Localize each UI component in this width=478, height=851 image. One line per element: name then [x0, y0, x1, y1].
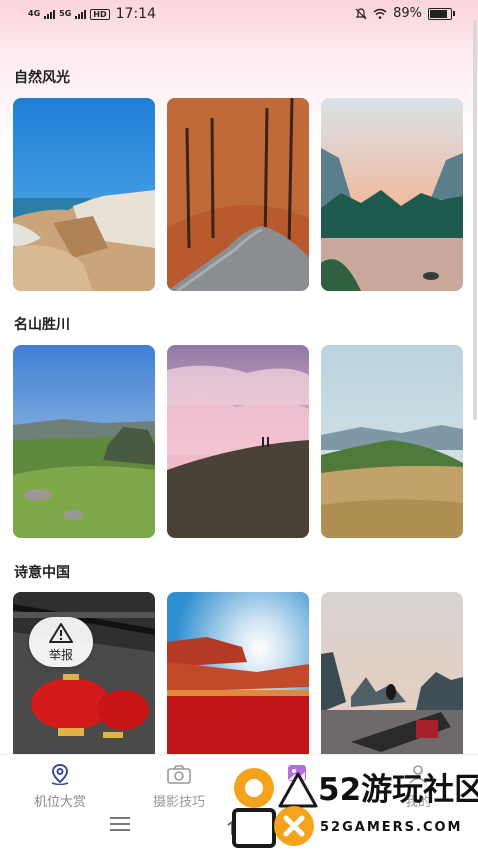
palace-roof-photo: [167, 592, 309, 754]
location-pin-icon: [51, 763, 69, 786]
section-title-poetic-china: 诗意中国: [14, 565, 70, 581]
report-button[interactable]: 举报: [29, 617, 93, 667]
watermark-domain: 52GAMERS.COM: [320, 820, 463, 835]
battery-percent: 89%: [393, 6, 422, 21]
signal-icon: [75, 9, 87, 19]
battery-icon: [428, 7, 455, 20]
menu-icon[interactable]: [108, 815, 132, 833]
autumn-road-photo: [167, 98, 309, 291]
photo-card-coast[interactable]: [13, 98, 155, 291]
tab-tips[interactable]: 摄影技巧: [134, 763, 224, 810]
green-hills-photo: [13, 345, 155, 538]
wifi-icon: [373, 8, 387, 19]
status-bar: 4G 5G HD 17:14 89%: [0, 0, 478, 30]
mute-icon: [355, 7, 367, 19]
photo-card-autumn-road[interactable]: [167, 98, 309, 291]
report-label: 举报: [48, 647, 73, 662]
scrollbar[interactable]: [473, 20, 477, 420]
tab-spots-label: 机位大赏: [33, 795, 86, 810]
watermark-brand: 52游玩社区: [318, 772, 478, 808]
signal-icon: [44, 9, 56, 19]
network-4g: 4G: [28, 9, 41, 18]
clock: 17:14: [115, 6, 156, 22]
valley-sunset-photo: [321, 98, 463, 291]
sea-of-clouds-photo: [167, 345, 309, 538]
photo-card-grassland[interactable]: [321, 345, 463, 538]
warning-triangle-icon: [49, 622, 73, 643]
coast-photo: [13, 98, 155, 291]
photo-card-lanterns[interactable]: [13, 592, 155, 754]
lanterns-photo: [13, 592, 155, 754]
photo-card-palace-roof[interactable]: [167, 592, 309, 754]
camera-icon: [167, 765, 191, 784]
section-title-nature: 自然风光: [14, 70, 70, 86]
watermark-52gamers: 52游玩社区 52GAMERS.COM: [228, 762, 478, 850]
tab-tips-label: 摄影技巧: [152, 795, 205, 810]
network-5g: 5G: [59, 9, 72, 18]
grassland-photo: [321, 345, 463, 538]
photo-card-green-hills[interactable]: [13, 345, 155, 538]
section-title-mountains: 名山胜川: [14, 317, 70, 333]
photo-card-li-river[interactable]: [321, 592, 463, 754]
watermark-logo: [232, 768, 318, 848]
photo-card-valley-sunset[interactable]: [321, 98, 463, 291]
li-river-photo: [321, 592, 463, 754]
hd-badge: HD: [90, 8, 110, 20]
photo-card-sea-of-clouds[interactable]: [167, 345, 309, 538]
tab-spots[interactable]: 机位大赏: [15, 763, 105, 810]
